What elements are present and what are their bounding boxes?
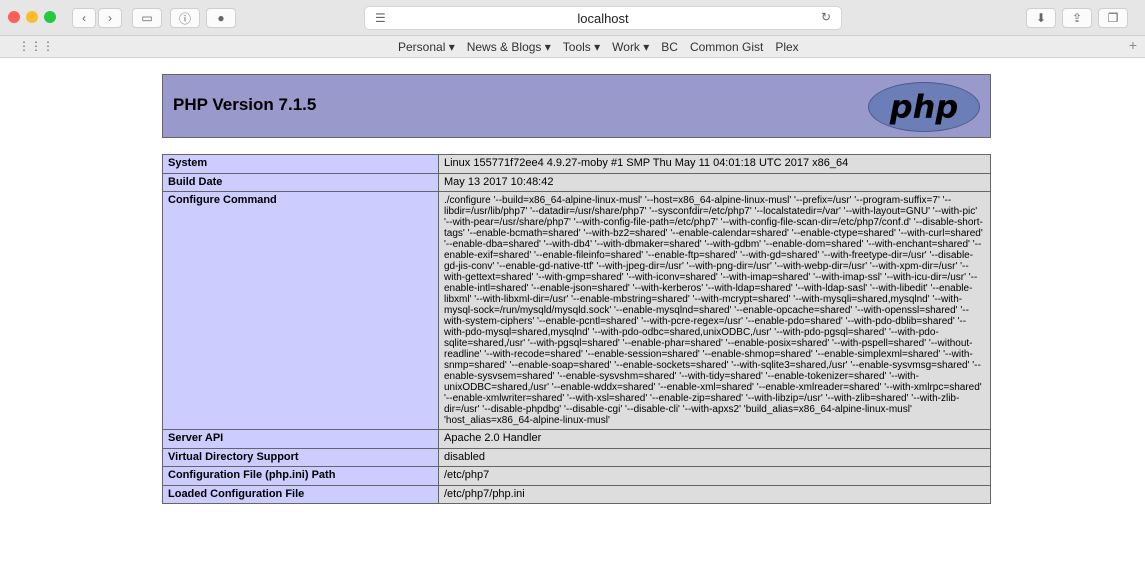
row-label-loaded-config-file: Loaded Configuration File — [162, 484, 439, 505]
download-icon: ⬇ — [1035, 11, 1047, 25]
bookmark-news-blogs[interactable]: News & Blogs ▾ — [467, 40, 551, 54]
table-row: Loaded Configuration File /etc/php7/php.… — [162, 484, 991, 505]
row-label-virtual-directory-support: Virtual Directory Support — [162, 447, 439, 468]
share-button[interactable]: ⇪ — [1062, 8, 1092, 28]
row-label-configure-command: Configure Command — [162, 191, 439, 431]
back-button[interactable]: ‹ — [72, 8, 96, 28]
chevron-left-icon: ‹ — [82, 11, 86, 25]
tabs-button[interactable]: ❐ — [1098, 8, 1128, 28]
table-row: Configuration File (php.ini) Path /etc/p… — [162, 466, 991, 486]
address-bar[interactable]: ☰ localhost ↻ — [364, 6, 842, 30]
minimize-window-button[interactable] — [26, 11, 38, 23]
row-value-server-api: Apache 2.0 Handler — [438, 429, 991, 449]
bookmark-common-gist[interactable]: Common Gist — [690, 40, 763, 54]
table-row: System Linux 155771f72ee4 4.9.27-moby #1… — [162, 154, 991, 174]
bookmark-items: Personal ▾ News & Blogs ▾ Tools ▾ Work ▾… — [398, 40, 799, 54]
share-icon: ⇪ — [1071, 11, 1083, 25]
table-row: Server API Apache 2.0 Handler — [162, 429, 991, 449]
browser-toolbar: ‹ › ▭ ⓘ ● ☰ localhost ↻ ⬇ ⇪ ❐ — [0, 0, 1145, 36]
row-value-virtual-directory-support: disabled — [438, 447, 991, 468]
bookmark-work[interactable]: Work ▾ — [612, 40, 649, 54]
row-value-loaded-config-file: /etc/php7/php.ini — [438, 484, 991, 505]
row-label-build-date: Build Date — [162, 172, 439, 193]
row-value-build-date: May 13 2017 10:48:42 — [438, 172, 991, 193]
url-text: localhost — [577, 11, 629, 26]
row-label-config-file-path: Configuration File (php.ini) Path — [162, 466, 439, 486]
row-value-configure-command: ./configure '--build=x86_64-alpine-linux… — [438, 191, 991, 431]
row-value-config-file-path: /etc/php7 — [438, 466, 991, 486]
maximize-window-button[interactable] — [44, 11, 56, 23]
bookmark-personal[interactable]: Personal ▾ — [398, 40, 455, 54]
forward-button[interactable]: › — [98, 8, 122, 28]
extension-icon: ● — [217, 11, 225, 25]
sidebar-icon: ▭ — [141, 11, 153, 25]
row-value-system: Linux 155771f72ee4 4.9.27-moby #1 SMP Th… — [438, 154, 991, 174]
sidebar-button[interactable]: ▭ — [132, 8, 162, 28]
phpinfo-header: PHP Version 7.1.5 php — [162, 74, 991, 138]
table-row: Build Date May 13 2017 10:48:42 — [162, 172, 991, 193]
row-label-server-api: Server API — [162, 429, 439, 449]
info-icon: ⓘ — [178, 11, 191, 26]
php-logo: php — [868, 82, 980, 132]
close-window-button[interactable] — [8, 11, 20, 23]
phpinfo-table: System Linux 155771f72ee4 4.9.27-moby #1… — [162, 154, 991, 505]
extension-1-button[interactable]: ⓘ — [170, 8, 200, 28]
row-label-system: System — [162, 154, 439, 174]
download-button[interactable]: ⬇ — [1026, 8, 1056, 28]
tabs-icon: ❐ — [1107, 11, 1119, 25]
bookmark-bc[interactable]: BC — [661, 40, 678, 54]
page-content: PHP Version 7.1.5 php System Linux 15577… — [0, 58, 1145, 562]
php-version-title: PHP Version 7.1.5 — [173, 95, 317, 114]
reload-icon[interactable]: ↻ — [821, 10, 831, 24]
bookmarks-bar: ⋮⋮⋮ Personal ▾ News & Blogs ▾ Tools ▾ Wo… — [0, 36, 1145, 58]
bookmark-plex[interactable]: Plex — [775, 40, 798, 54]
bookmark-tools[interactable]: Tools ▾ — [563, 40, 600, 54]
table-row: Configure Command ./configure '--build=x… — [162, 191, 991, 431]
grid-icon[interactable]: ⋮⋮⋮ — [18, 39, 54, 53]
chevron-right-icon: › — [108, 11, 112, 25]
new-tab-button[interactable]: + — [1129, 37, 1137, 53]
extension-2-button[interactable]: ● — [206, 8, 236, 28]
table-row: Virtual Directory Support disabled — [162, 447, 991, 468]
